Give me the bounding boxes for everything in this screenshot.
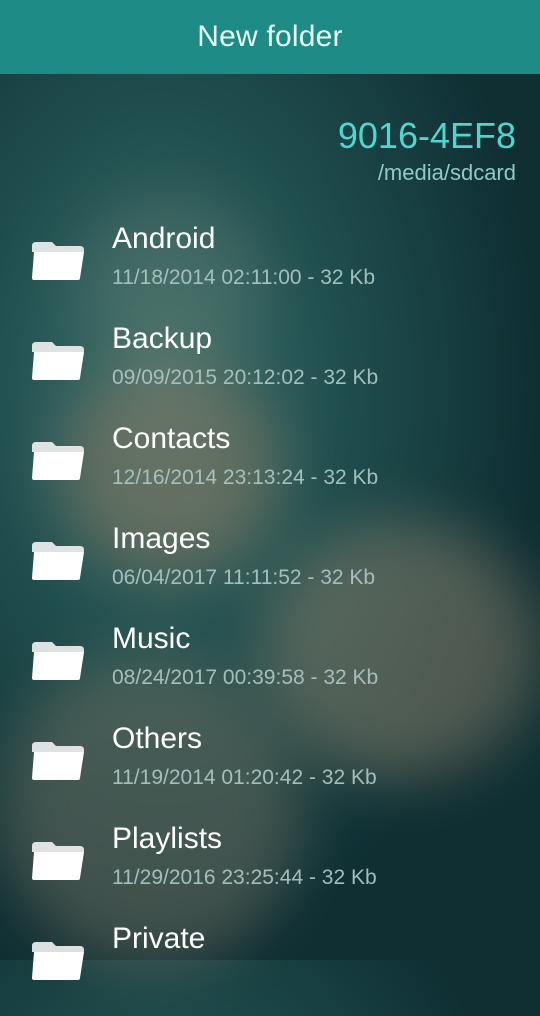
folder-name: Android [112,222,216,255]
folder-meta: 12/16/2014 23:13:24 - 32 Kb [112,466,379,489]
folder-list: Android 11/18/2014 02:11:00 - 32 Kb Back… [0,216,540,1016]
folder-row[interactable]: Music 08/24/2017 00:39:58 - 32 Kb [0,616,540,716]
folder-row[interactable]: Android 11/18/2014 02:11:00 - 32 Kb [0,216,540,316]
folder-row[interactable]: Contacts 12/16/2014 23:13:24 - 32 Kb [0,416,540,516]
folder-icon [32,642,84,680]
folder-name: Images [112,522,211,555]
volume-label: 9016-4EF8 [337,115,516,156]
path-label: /media/sdcard [377,160,516,185]
folder-icon [32,442,84,480]
folder-row[interactable]: Others 11/19/2014 01:20:42 - 32 Kb [0,716,540,816]
folder-row[interactable]: Playlists 11/29/2016 23:25:44 - 32 Kb [0,816,540,916]
folder-icon [32,542,84,580]
location-header: 9016-4EF8 /media/sdcard [338,116,516,186]
folder-name: Private [112,922,206,955]
new-folder-title[interactable]: New folder [197,20,342,54]
folder-icon [32,742,84,780]
folder-meta: 06/04/2017 11:11:52 - 32 Kb [112,566,376,589]
folder-row[interactable]: Private [0,916,540,1016]
folder-name: Playlists [112,822,223,855]
folder-icon [32,242,84,280]
top-bar[interactable]: New folder [0,0,540,74]
folder-name: Backup [112,322,213,355]
folder-meta: 08/24/2017 00:39:58 - 32 Kb [112,666,379,689]
folder-meta: 11/29/2016 23:25:44 - 32 Kb [112,866,377,889]
folder-name: Contacts [112,422,231,455]
folder-icon [32,842,84,880]
folder-icon [32,342,84,380]
folder-meta: 09/09/2015 20:12:02 - 32 Kb [112,366,379,389]
folder-icon [32,942,84,980]
folder-meta: 11/18/2014 02:11:00 - 32 Kb [112,266,376,289]
folder-row[interactable]: Images 06/04/2017 11:11:52 - 32 Kb [0,516,540,616]
folder-meta: 11/19/2014 01:20:42 - 32 Kb [112,766,377,789]
folder-name: Others [112,722,203,755]
folder-row[interactable]: Backup 09/09/2015 20:12:02 - 32 Kb [0,316,540,416]
folder-name: Music [112,622,191,655]
